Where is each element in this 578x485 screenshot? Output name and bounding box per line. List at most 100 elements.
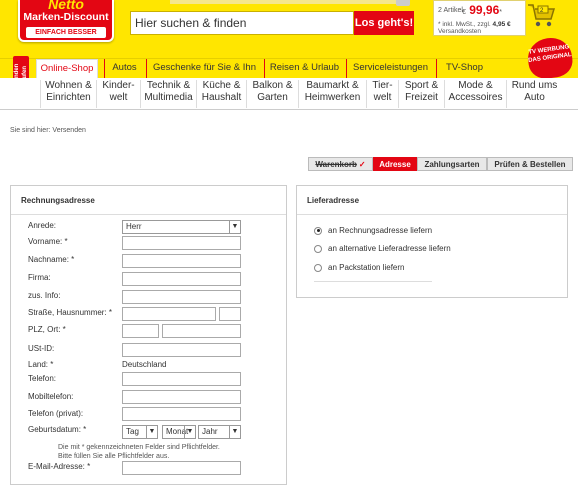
category-baumarkt[interactable]: Baumarkt & Heimwerken bbox=[298, 80, 366, 108]
category-sport[interactable]: Sport & Freizeit bbox=[398, 80, 444, 108]
label-vat-id: USt-ID: bbox=[28, 344, 55, 353]
category-line1: Mode & bbox=[458, 80, 493, 91]
company-field[interactable] bbox=[122, 272, 241, 286]
label-zip-city: PLZ, Ort: * bbox=[28, 325, 66, 334]
category-balkon[interactable]: Balkon & Garten bbox=[246, 80, 298, 108]
netto-logo[interactable]: Netto Marken-Discount EINFACH BESSER bbox=[18, 0, 114, 42]
step-warenkorb[interactable]: Warenkorb ✓ bbox=[308, 157, 373, 171]
category-line1: Balkon & bbox=[252, 80, 293, 91]
house-number-field[interactable] bbox=[219, 307, 241, 321]
category-line2: Multimedia bbox=[144, 92, 193, 103]
tab-tv-shop[interactable]: TV-Shop bbox=[436, 59, 492, 78]
cart-shipping: 4,95 € bbox=[492, 21, 511, 28]
category-line2: Einrichten bbox=[46, 92, 91, 103]
label-company: Firma: bbox=[28, 273, 51, 282]
mobile-field[interactable] bbox=[122, 390, 241, 404]
shipping-option-label: an Rechnungsadresse liefern bbox=[328, 226, 433, 235]
note-line2: Bitte füllen Sie alle Pflichtfelder aus. bbox=[58, 453, 170, 460]
logo-text-marken: Marken-Discount bbox=[23, 11, 109, 23]
category-line2: Auto bbox=[524, 92, 545, 103]
search-input[interactable]: Hier suchen & finden bbox=[130, 11, 354, 35]
cart-price-value: 99,96 bbox=[469, 3, 500, 17]
shopping-cart-icon[interactable]: 2 bbox=[526, 2, 556, 28]
cart-count: 2 Artikel bbox=[438, 7, 463, 14]
vat-id-field[interactable] bbox=[122, 343, 241, 357]
step-zahlungsarten[interactable]: Zahlungsarten bbox=[417, 157, 487, 171]
cart-tax-line2: Versandkosten bbox=[438, 28, 482, 35]
salutation-select[interactable]: Herr ▼ bbox=[122, 220, 241, 234]
tab-geschenke[interactable]: Geschenke für Sie & Ihn bbox=[146, 59, 262, 78]
category-auto[interactable]: Rund ums Auto bbox=[506, 80, 562, 108]
label-firstname: Vorname: * bbox=[28, 237, 68, 246]
category-line1: Baumarkt & bbox=[306, 80, 359, 91]
category-wohnen[interactable]: Wohnen & Einrichten bbox=[40, 80, 96, 108]
shipping-title: Lieferadresse bbox=[307, 196, 360, 205]
search-button[interactable]: Los geht's! bbox=[354, 11, 414, 35]
chevron-down-icon: ▼ bbox=[229, 221, 240, 233]
top-strip bbox=[170, 0, 410, 4]
tab-reisen[interactable]: Reisen & Urlaub bbox=[264, 59, 344, 78]
label-phone-private: Telefon (privat): bbox=[28, 409, 84, 418]
checkmark-icon: ✓ bbox=[358, 160, 366, 169]
email-field[interactable] bbox=[122, 461, 241, 475]
category-line2: Haushalt bbox=[201, 92, 242, 103]
breadcrumb: Sie sind hier: Versenden bbox=[10, 127, 86, 134]
category-line1: Wohnen & bbox=[45, 80, 92, 91]
shipping-option-packstation[interactable]: an Packstation liefern bbox=[314, 263, 405, 272]
divider bbox=[11, 214, 286, 215]
label-mobile: Mobiltelefon: bbox=[28, 392, 74, 401]
category-line2: Accessoires bbox=[448, 92, 503, 103]
shipping-option-label: an alternative Lieferadresse liefern bbox=[328, 244, 451, 253]
birth-year-value: Jahr bbox=[202, 427, 218, 436]
zip-field[interactable] bbox=[122, 324, 159, 338]
category-technik[interactable]: Technik & Multimedia bbox=[140, 80, 196, 108]
step-pruefen-bestellen[interactable]: Prüfen & Bestellen bbox=[487, 157, 573, 171]
step-label: Warenkorb bbox=[315, 160, 357, 169]
birth-month-select[interactable]: Monat ▼ bbox=[162, 425, 196, 439]
category-mode[interactable]: Mode & Accessoires bbox=[444, 80, 506, 108]
category-line1: Technik & bbox=[146, 80, 191, 91]
phone-field[interactable] bbox=[122, 372, 241, 386]
lastname-field[interactable] bbox=[122, 254, 241, 268]
category-line2: welt bbox=[109, 92, 128, 103]
chevron-down-icon: ▼ bbox=[146, 426, 157, 438]
note-line1: Die mit * gekennzeichneten Felder sind P… bbox=[58, 444, 220, 451]
label-salutation: Anrede: bbox=[28, 221, 57, 230]
country-value: Deutschland bbox=[122, 360, 167, 369]
radio-selected-icon[interactable] bbox=[314, 226, 322, 235]
firstname-field[interactable] bbox=[122, 236, 241, 250]
extra-info-field[interactable] bbox=[122, 290, 241, 304]
radio-icon[interactable] bbox=[314, 263, 322, 272]
label-lastname: Nachname: * bbox=[28, 255, 75, 264]
birth-day-select[interactable]: Tag ▼ bbox=[122, 425, 158, 439]
cart-price: € 99,96* bbox=[462, 3, 503, 17]
category-line2: Garten bbox=[257, 92, 288, 103]
tab-autos[interactable]: Autos bbox=[104, 59, 144, 78]
label-birthdate: Geburtsdatum: * bbox=[28, 425, 87, 434]
category-line2: Heimwerken bbox=[304, 92, 361, 103]
account-icon[interactable] bbox=[396, 0, 410, 6]
phone-private-field[interactable] bbox=[122, 407, 241, 421]
tab-online-shop[interactable]: Online-Shop bbox=[36, 59, 98, 78]
step-adresse[interactable]: Adresse bbox=[373, 157, 417, 171]
category-kueche[interactable]: Küche & Haushalt bbox=[196, 80, 246, 108]
cart-tax-note: * inkl. MwSt., zzgl. 4,95 € Versandkoste… bbox=[438, 21, 511, 35]
category-line1: Tier- bbox=[372, 80, 393, 91]
category-tierwelt[interactable]: Tier-welt bbox=[366, 80, 398, 108]
radio-icon[interactable] bbox=[314, 244, 322, 253]
shipping-option-billing[interactable]: an Rechnungsadresse liefern bbox=[314, 226, 432, 235]
cart-summary[interactable]: 2 Artikel € 99,96* * inkl. MwSt., zzgl. … bbox=[433, 0, 526, 36]
city-field[interactable] bbox=[162, 324, 241, 338]
birth-day-value: Tag bbox=[126, 427, 139, 436]
category-line2: Freizeit bbox=[405, 92, 438, 103]
required-fields-note: Die mit * gekennzeichneten Felder sind P… bbox=[58, 443, 220, 461]
birth-year-select[interactable]: Jahr ▼ bbox=[198, 425, 241, 439]
divider bbox=[297, 214, 567, 215]
shipping-option-alternative[interactable]: an alternative Lieferadresse liefern bbox=[314, 244, 451, 253]
street-field[interactable] bbox=[122, 307, 216, 321]
chevron-down-icon: ▼ bbox=[184, 426, 195, 438]
tab-serviceleistungen[interactable]: Serviceleistungen bbox=[346, 59, 434, 78]
category-line1: Küche & bbox=[202, 80, 241, 91]
category-kinderwelt[interactable]: Kinder-welt bbox=[96, 80, 140, 108]
category-line1: Kinder- bbox=[102, 80, 135, 91]
